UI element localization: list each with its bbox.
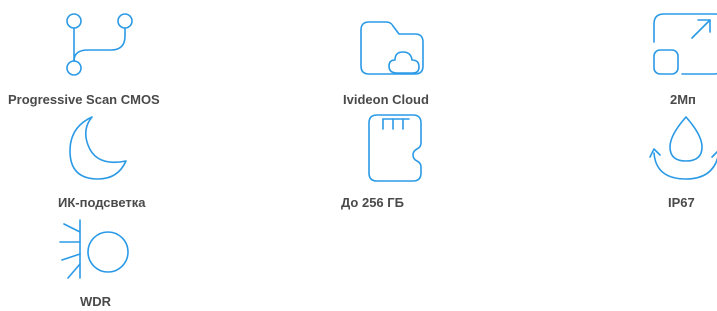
feature-label: 2Мп xyxy=(670,92,696,107)
feature-label: ИК-подсветка xyxy=(58,195,146,210)
feature-label: IP67 xyxy=(668,195,695,210)
sd-card-icon xyxy=(365,113,437,185)
resolution-expand-icon xyxy=(652,8,717,80)
branch-icon xyxy=(38,8,133,80)
sun-wdr-icon xyxy=(56,218,129,290)
water-drop-icon xyxy=(648,113,717,185)
feature-label: До 256 ГБ xyxy=(341,195,404,210)
moon-icon xyxy=(62,113,134,185)
feature-label: WDR xyxy=(80,294,112,309)
feature-label: Ivideon Cloud xyxy=(343,92,429,107)
cloud-folder-icon xyxy=(355,8,427,80)
feature-label: Progressive Scan CMOS xyxy=(8,92,160,107)
